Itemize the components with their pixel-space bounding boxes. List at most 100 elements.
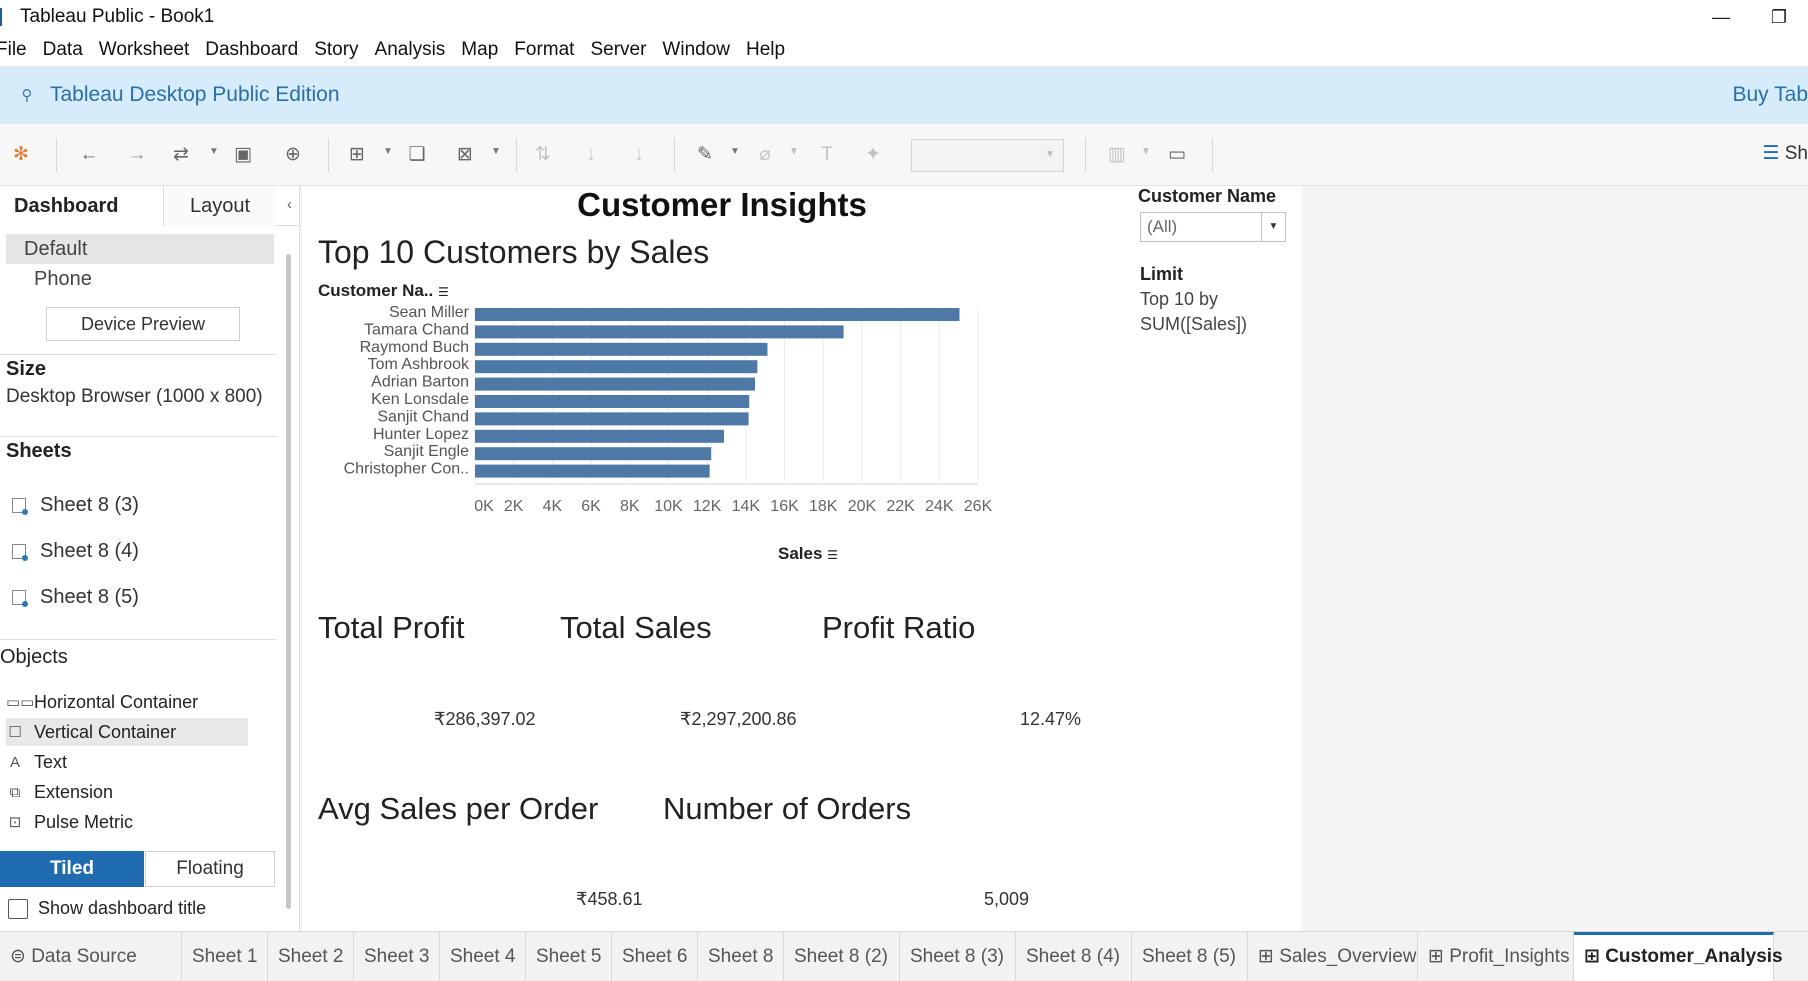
group-icon[interactable]: ⌀ xyxy=(752,142,778,168)
pin-icon[interactable]: ⚲ xyxy=(16,84,38,106)
category-label[interactable]: Sanjit Chand xyxy=(377,408,469,425)
bar[interactable] xyxy=(475,447,712,461)
minimize-icon[interactable]: — xyxy=(1692,7,1750,28)
restore-icon[interactable]: ❐ xyxy=(1750,7,1808,28)
sheet-item[interactable]: Sheet 8 (3) xyxy=(12,494,139,517)
sheet-tab[interactable]: Sheet 8 (4) xyxy=(1016,932,1132,981)
tab-dashboard[interactable]: Dashboard xyxy=(0,186,164,226)
sheet-tab[interactable]: ⊞ Customer_Analysis xyxy=(1574,932,1783,981)
menu-data[interactable]: Data xyxy=(43,39,83,61)
bar[interactable] xyxy=(475,429,725,443)
sheet-tab[interactable]: Sheet 5 xyxy=(526,932,612,981)
menu-server[interactable]: Server xyxy=(590,39,646,61)
sheet-tab[interactable]: ⊞ Sales_Overview xyxy=(1248,932,1418,981)
sales-axis-title[interactable]: Sales ☰ xyxy=(778,544,838,564)
device-phone[interactable]: Phone xyxy=(34,268,92,291)
bar[interactable] xyxy=(475,308,960,321)
sheet-tab[interactable]: Sheet 3 xyxy=(354,932,440,981)
sort-icon[interactable]: ☰ xyxy=(827,548,838,562)
category-label[interactable]: Ken Lonsdale xyxy=(371,391,469,408)
category-label[interactable]: Tom Ashbrook xyxy=(368,356,470,373)
labels-icon[interactable]: T xyxy=(814,142,840,168)
sheet-tab[interactable]: ⊞ Profit_Insights xyxy=(1418,932,1574,981)
chevron-down-icon[interactable]: ▼ xyxy=(1141,146,1151,157)
bar[interactable] xyxy=(475,325,844,339)
bar[interactable] xyxy=(475,395,750,408)
sheet-tab[interactable]: Sheet 8 (2) xyxy=(784,932,900,981)
chevron-down-icon[interactable]: ▼ xyxy=(1261,213,1285,241)
sheet-tab[interactable]: Sheet 8 xyxy=(698,932,784,981)
undo-icon[interactable]: ← xyxy=(76,142,102,168)
menu-analysis[interactable]: Analysis xyxy=(375,39,446,61)
chevron-down-icon[interactable]: ▼ xyxy=(491,146,501,157)
device-preview-button[interactable]: Device Preview xyxy=(46,307,240,341)
bar[interactable] xyxy=(475,342,768,356)
redo-icon[interactable]: → xyxy=(124,142,150,168)
show-cards-icon[interactable]: ▥ xyxy=(1104,142,1130,168)
size-dropdown[interactable]: Desktop Browser (1000 x 800) xyxy=(6,386,263,408)
category-label[interactable]: Christopher Con.. xyxy=(344,461,469,478)
clear-sheet-icon[interactable]: ⊠ xyxy=(452,142,478,168)
new-data-source-icon[interactable]: ⊕ xyxy=(280,142,306,168)
swap-icon[interactable]: ⇅ xyxy=(530,142,556,168)
bar[interactable] xyxy=(475,412,749,426)
new-worksheet-icon[interactable]: ⊞ xyxy=(344,142,370,168)
object-text[interactable]: A Text xyxy=(6,748,67,776)
menu-file[interactable]: File xyxy=(0,39,27,61)
replace-data-icon[interactable]: ⇄ xyxy=(168,142,194,168)
menu-worksheet[interactable]: Worksheet xyxy=(99,39,189,61)
sort-ascending-icon[interactable]: ↓ xyxy=(578,142,604,168)
category-label[interactable]: Hunter Lopez xyxy=(373,426,469,443)
bar[interactable] xyxy=(475,377,756,391)
sheet-tab[interactable]: Sheet 4 xyxy=(440,932,526,981)
highlight-icon[interactable]: ✎ xyxy=(692,142,718,168)
chevron-down-icon[interactable]: ▼ xyxy=(730,146,740,157)
chevron-down-icon[interactable]: ▼ xyxy=(789,146,799,157)
show-me-button[interactable]: ☰ Sh xyxy=(1762,142,1808,165)
category-label[interactable]: Raymond Buch xyxy=(360,339,469,356)
fix-axes-icon[interactable]: ✦ xyxy=(860,142,886,168)
device-default[interactable]: Default xyxy=(6,234,274,264)
sheet-tab[interactable]: Sheet 2 xyxy=(268,932,354,981)
chevron-down-icon[interactable]: ▼ xyxy=(383,146,393,157)
sheet-tab[interactable]: Sheet 1 xyxy=(182,932,268,981)
menu-dashboard[interactable]: Dashboard xyxy=(205,39,298,61)
object-pulse-metric[interactable]: ⊡ Pulse Metric xyxy=(6,808,133,836)
buy-link[interactable]: Buy Tab xyxy=(1733,83,1808,107)
category-label[interactable]: Adrian Barton xyxy=(371,374,469,391)
floating-toggle[interactable]: Floating xyxy=(145,851,275,887)
tiled-toggle[interactable]: Tiled xyxy=(0,851,144,887)
menu-format[interactable]: Format xyxy=(514,39,574,61)
chevron-down-icon[interactable]: ▼ xyxy=(209,146,219,157)
sheet-tab[interactable]: Sheet 8 (3) xyxy=(900,932,1016,981)
show-title-checkbox[interactable] xyxy=(8,898,28,919)
sheet-item[interactable]: Sheet 8 (5) xyxy=(12,586,139,609)
collapse-panel-icon[interactable]: ‹ xyxy=(287,196,292,213)
object-vertical-container[interactable]: ☐ Vertical Container xyxy=(6,718,248,746)
save-icon[interactable]: ▣ xyxy=(230,142,256,168)
duplicate-icon[interactable]: ❏ xyxy=(404,142,430,168)
bar[interactable] xyxy=(475,360,758,374)
object-extension[interactable]: ⧉ Extension xyxy=(6,778,113,806)
category-label[interactable]: Sanjit Engle xyxy=(384,443,469,460)
tableau-logo-icon[interactable]: ✻ xyxy=(8,142,34,168)
menu-window[interactable]: Window xyxy=(662,39,730,61)
presentation-mode-icon[interactable]: ▭ xyxy=(1164,142,1190,168)
sheet-item[interactable]: Sheet 8 (4) xyxy=(12,540,139,563)
menu-help[interactable]: Help xyxy=(746,39,785,61)
customer-filter-dropdown[interactable]: (All) ▼ xyxy=(1140,212,1286,242)
sheet-tab[interactable]: Sheet 6 xyxy=(612,932,698,981)
show-dashboard-title[interactable]: Show dashboard title xyxy=(8,898,206,919)
bar[interactable] xyxy=(475,464,710,478)
sort-descending-icon[interactable]: ↓ xyxy=(626,142,652,168)
sheet-tab[interactable]: Sheet 8 (5) xyxy=(1132,932,1248,981)
panel-scrollbar[interactable] xyxy=(286,254,291,909)
category-label[interactable]: Sean Miller xyxy=(389,304,470,321)
fit-dropdown[interactable]: ▼ xyxy=(911,139,1064,172)
menu-story[interactable]: Story xyxy=(314,39,358,61)
tab-layout[interactable]: Layout xyxy=(165,186,275,226)
category-label[interactable]: Tamara Chand xyxy=(364,321,469,338)
menu-map[interactable]: Map xyxy=(461,39,498,61)
object-horizontal-container[interactable]: ▭▭ Horizontal Container xyxy=(6,688,198,716)
data-source-tab[interactable]: ⊜ Data Source xyxy=(0,932,182,981)
